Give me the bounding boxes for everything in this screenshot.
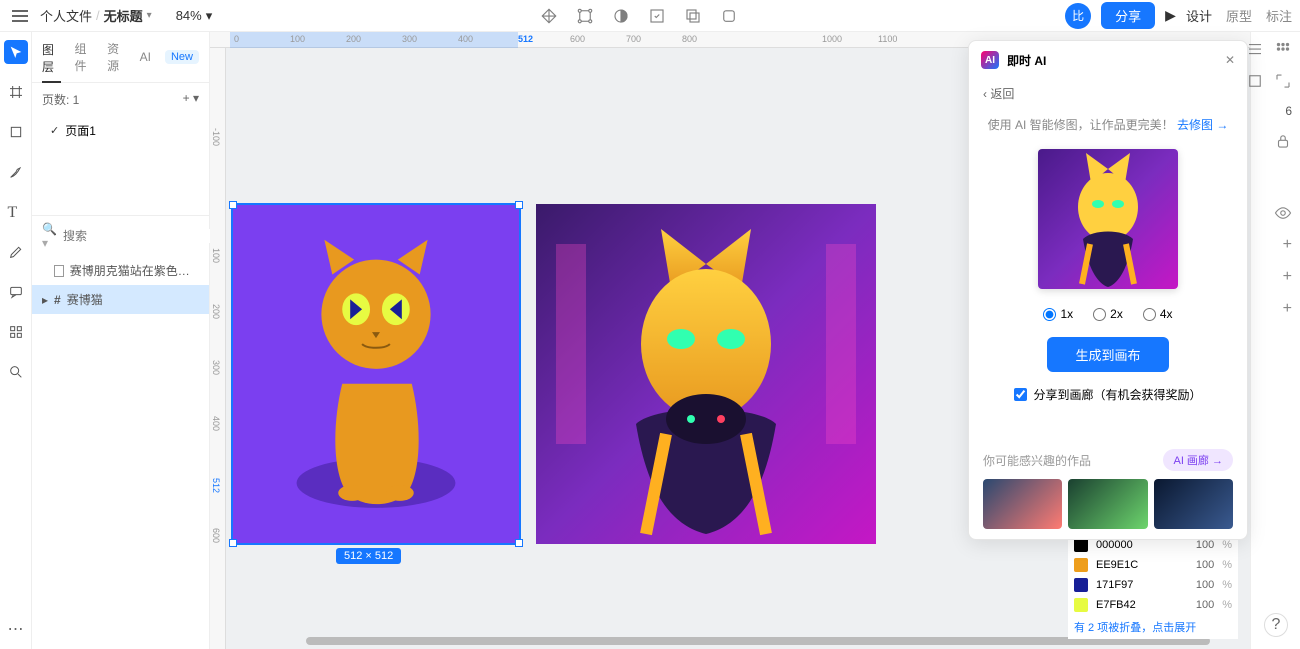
artboard-cat-cyber[interactable] — [536, 204, 876, 544]
color-row[interactable]: 171F97100% — [1068, 575, 1238, 595]
chevron-right-icon: ▸ — [42, 293, 48, 307]
scale-radios: 1x 2x 4x — [969, 297, 1247, 331]
radio-1x[interactable]: 1x — [1043, 307, 1073, 321]
suggest-title: 你可能感兴趣的作品 — [983, 452, 1091, 469]
cyber-cat-image — [536, 204, 876, 544]
fold-hint[interactable]: 有 2 项被折叠，点击展开 — [1068, 615, 1238, 639]
check-icon: ✓ — [50, 124, 59, 137]
share-gallery-checkbox[interactable]: 分享到画廊（有机会获得奖励） — [969, 378, 1247, 411]
layer-item[interactable]: 赛博朋克猫站在紫色的迷雾中... — [32, 256, 209, 285]
color-row[interactable]: EE9E1C100% — [1068, 555, 1238, 575]
breadcrumb[interactable]: 个人文件 / 无标题 ▾ — [40, 6, 152, 25]
expand-icon[interactable] — [1274, 72, 1292, 90]
component-tool[interactable] — [4, 320, 28, 344]
thumb-2[interactable] — [1068, 479, 1147, 529]
pencil-tool[interactable] — [4, 240, 28, 264]
radio-2x[interactable]: 2x — [1093, 307, 1123, 321]
pages-header: 页数: 1 + ▾ — [32, 83, 209, 116]
edit-icon[interactable] — [648, 7, 666, 25]
share-button[interactable]: 分享 — [1101, 2, 1155, 29]
left-panel: 图层 组件 资源 AI New 页数: 1 + ▾ ✓ 页面1 🔍 ▾ ⌄ 赛博… — [32, 32, 210, 649]
bounding-box-icon[interactable] — [576, 7, 594, 25]
frame-tool[interactable] — [4, 80, 28, 104]
color-list: 000000100% EE9E1C100% 171F97100% E7FB421… — [1068, 535, 1238, 639]
artboard-cat-simple[interactable] — [232, 204, 520, 544]
size-badge: 512 × 512 — [336, 548, 401, 564]
lock-icon[interactable] — [1274, 132, 1292, 150]
ai-preview-image — [1038, 149, 1178, 289]
generate-button[interactable]: 生成到画布 — [1047, 337, 1168, 372]
layer-item[interactable]: ▸ # 赛博猫 — [32, 285, 209, 314]
thumb-3[interactable] — [1154, 479, 1233, 529]
search-tool[interactable] — [4, 360, 28, 384]
more-icon[interactable]: ⋯ — [8, 619, 24, 639]
search-icon: 🔍 ▾ — [42, 222, 57, 250]
boolean-icon[interactable] — [684, 7, 702, 25]
user-badge[interactable]: 比 — [1065, 3, 1091, 29]
color-row[interactable]: E7FB42100% — [1068, 595, 1238, 615]
clip-icon[interactable] — [1246, 72, 1264, 90]
diamond-icon[interactable] — [540, 7, 558, 25]
breadcrumb-folder: 个人文件 — [40, 6, 92, 25]
ruler-vertical: -100 100 200 300 400 512 600 — [210, 48, 226, 649]
mask-icon[interactable] — [720, 7, 738, 25]
image-icon — [54, 265, 64, 277]
cat-illustration — [233, 205, 519, 543]
move-tool[interactable] — [4, 40, 28, 64]
breadcrumb-file: 无标题 — [104, 6, 143, 25]
add-page-icon[interactable]: + ▾ — [183, 91, 199, 108]
grid-icon[interactable] — [1274, 40, 1292, 58]
text-tool[interactable]: T — [4, 200, 28, 224]
align-icon[interactable] — [1246, 40, 1264, 58]
page-item[interactable]: ✓ 页面1 — [32, 116, 209, 145]
zoom-control[interactable]: 84% ▾ — [176, 8, 213, 24]
left-toolbar: T ⋯ — [0, 32, 32, 649]
thumb-1[interactable] — [983, 479, 1062, 529]
eye-icon[interactable] — [1274, 204, 1292, 222]
ai-gallery-button[interactable]: AI 画廊 → — [1163, 449, 1233, 471]
back-button[interactable]: ‹ 返回 — [969, 79, 1247, 108]
tab-design[interactable]: 设计 — [1186, 6, 1212, 25]
rectangle-tool[interactable] — [4, 120, 28, 144]
tab-annotate[interactable]: 标注 — [1266, 6, 1292, 25]
ai-description: 使用 AI 智能修图，让作品更完美！ 去修图 → — [969, 108, 1247, 141]
ai-logo-icon: AI — [981, 51, 999, 69]
help-button[interactable]: ? — [1264, 613, 1288, 637]
search-input[interactable] — [63, 229, 218, 243]
close-icon[interactable]: ✕ — [1225, 53, 1235, 67]
play-icon[interactable]: ▶ — [1165, 7, 1176, 24]
ai-panel: AI 即时 AI ✕ ‹ 返回 使用 AI 智能修图，让作品更完美！ 去修图 →… — [968, 40, 1248, 540]
comment-tool[interactable] — [4, 280, 28, 304]
pen-tool[interactable] — [4, 160, 28, 184]
retouch-link[interactable]: 去修图 → — [1177, 118, 1228, 132]
chevron-down-icon: ▾ — [147, 10, 152, 21]
tab-components[interactable]: 组件 — [75, 40, 94, 74]
add-icon[interactable]: + — [1283, 268, 1292, 286]
suggestion-thumbnails — [983, 479, 1233, 529]
tab-prototype[interactable]: 原型 — [1226, 6, 1252, 25]
add-icon[interactable]: + — [1283, 236, 1292, 254]
contrast-icon[interactable] — [612, 7, 630, 25]
menu-button[interactable] — [8, 4, 32, 28]
toolbar-center — [212, 7, 1065, 25]
topbar: 个人文件 / 无标题 ▾ 84% ▾ 比 分享 ▶ 设计 原型 标注 — [0, 0, 1300, 32]
mode-tabs: 设计 原型 标注 — [1186, 6, 1292, 25]
tab-assets[interactable]: 资源 — [107, 40, 126, 74]
layer-search[interactable]: 🔍 ▾ ⌄ — [32, 215, 209, 256]
frame-icon: # — [54, 293, 61, 307]
radio-4x[interactable]: 4x — [1143, 307, 1173, 321]
tab-ai[interactable]: AI — [140, 50, 151, 64]
tab-layers[interactable]: 图层 — [42, 41, 61, 83]
right-panel: 6 + + + — [1250, 32, 1300, 649]
value-display[interactable]: 6 — [1285, 104, 1292, 118]
add-icon[interactable]: + — [1283, 300, 1292, 318]
ai-panel-title: 即时 AI — [1007, 52, 1046, 69]
new-badge: New — [165, 50, 199, 64]
